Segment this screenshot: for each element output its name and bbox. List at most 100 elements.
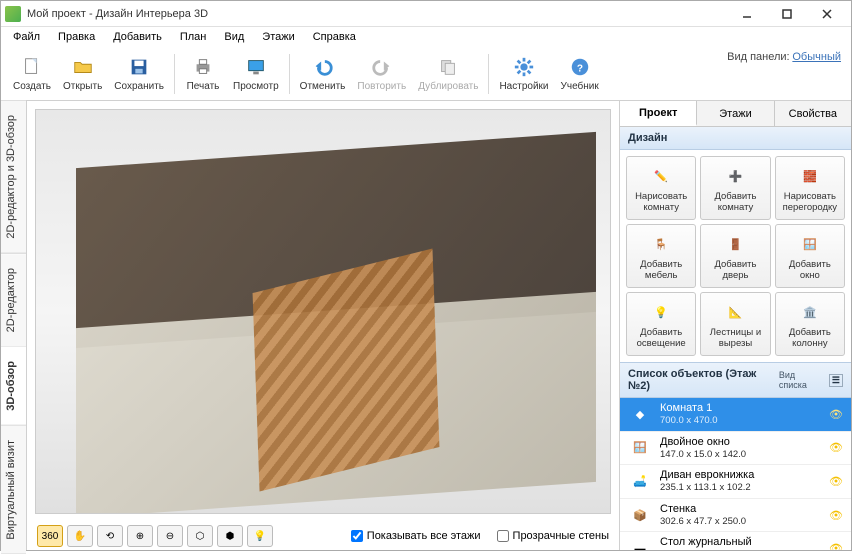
visibility-icon[interactable]: 👁 xyxy=(829,408,843,421)
tab-project[interactable]: Проект xyxy=(620,101,697,126)
wall-icon: 🧱 xyxy=(797,163,823,189)
view-toolbar: 360 ✋ ⟲ ⊕ ⊖ ⬡ ⬢ 💡 Показывать все этажи П… xyxy=(27,522,619,550)
visibility-icon[interactable]: 👁 xyxy=(829,509,843,522)
show-all-floors-checkbox[interactable] xyxy=(351,530,363,542)
add-room-button[interactable]: ➕Добавить комнату xyxy=(700,156,770,220)
new-file-icon xyxy=(20,55,44,79)
list-item[interactable]: 🪟 Двойное окно147.0 x 15.0 x 142.0 👁 xyxy=(620,432,851,466)
tab-2d[interactable]: 2D-редактор xyxy=(1,254,26,347)
add-lighting-button[interactable]: 💡Добавить освещение xyxy=(626,292,696,356)
menu-edit[interactable]: Правка xyxy=(50,29,103,45)
maximize-button[interactable] xyxy=(767,2,807,26)
list-view-mode[interactable]: Вид списка xyxy=(779,370,825,390)
minimize-button[interactable] xyxy=(727,2,767,26)
add-column-button[interactable]: 🏛️Добавить колонну xyxy=(775,292,845,356)
printer-icon xyxy=(191,55,215,79)
help-icon: ? xyxy=(568,55,592,79)
menu-plan[interactable]: План xyxy=(172,29,215,45)
bulb-icon: 💡 xyxy=(648,299,674,325)
objects-header: Список объектов (Этаж №2) Вид списка ☰ xyxy=(620,362,851,398)
plus-room-icon: ➕ xyxy=(722,163,748,189)
window-title: Мой проект - Дизайн Интерьера 3D xyxy=(27,8,727,20)
redo-button[interactable]: Повторить xyxy=(351,53,412,94)
menu-help[interactable]: Справка xyxy=(305,29,364,45)
redo-icon xyxy=(370,55,394,79)
tab-2d-3d[interactable]: 2D-редактор и 3D-обзор xyxy=(1,101,26,254)
show-all-floors-check[interactable]: Показывать все этажи xyxy=(351,530,481,542)
list-item[interactable]: ◆ Комната 1700.0 x 470.0 👁 xyxy=(620,398,851,432)
help-button[interactable]: ? Учебник xyxy=(555,53,605,94)
app-icon xyxy=(5,6,21,22)
undo-icon xyxy=(311,55,335,79)
shelf-icon: 📦 xyxy=(628,505,652,525)
settings-button[interactable]: Настройки xyxy=(493,53,554,94)
window-icon: 🪟 xyxy=(628,438,652,458)
add-window-button[interactable]: 🪟Добавить окно xyxy=(775,224,845,288)
pencil-room-icon: ✏️ xyxy=(648,163,674,189)
close-button[interactable] xyxy=(807,2,847,26)
list-item[interactable]: 🛋️ Диван еврокнижка235.1 x 113.1 x 102.2… xyxy=(620,465,851,499)
zoom-out-button[interactable]: ⊖ xyxy=(157,525,183,547)
draw-partition-button[interactable]: 🧱Нарисовать перегородку xyxy=(775,156,845,220)
column-icon: 🏛️ xyxy=(797,299,823,325)
add-furniture-button[interactable]: 🪑Добавить мебель xyxy=(626,224,696,288)
undo-button[interactable]: Отменить xyxy=(294,53,352,94)
solid-button[interactable]: ⬢ xyxy=(217,525,243,547)
separator xyxy=(488,54,489,94)
tab-properties[interactable]: Свойства xyxy=(775,101,851,126)
save-button[interactable]: Сохранить xyxy=(108,53,170,94)
stairs-icon: 📐 xyxy=(722,299,748,325)
transparent-walls-check[interactable]: Прозрачные стены xyxy=(497,530,609,542)
objects-list: ◆ Комната 1700.0 x 470.0 👁 🪟 Двойное окн… xyxy=(620,398,851,550)
lighting-button[interactable]: 💡 xyxy=(247,525,273,547)
duplicate-button[interactable]: Дублировать xyxy=(412,53,484,94)
main-toolbar: Вид панели: Обычный Создать Открыть Сохр… xyxy=(1,47,851,101)
folder-open-icon xyxy=(71,55,95,79)
transparent-walls-checkbox[interactable] xyxy=(497,530,509,542)
menu-floors[interactable]: Этажи xyxy=(254,29,302,45)
separator xyxy=(289,54,290,94)
list-item[interactable]: ▬ Стол журнальный80.4 x 80.1 x 30.3 👁 xyxy=(620,532,851,550)
print-button[interactable]: Печать xyxy=(179,53,227,94)
draw-room-button[interactable]: ✏️Нарисовать комнату xyxy=(626,156,696,220)
svg-text:?: ? xyxy=(577,64,583,75)
table-icon: ▬ xyxy=(628,539,652,550)
monitor-icon xyxy=(244,55,268,79)
design-grid: ✏️Нарисовать комнату ➕Добавить комнату 🧱… xyxy=(620,150,851,362)
pan-button[interactable]: ✋ xyxy=(67,525,93,547)
open-button[interactable]: Открыть xyxy=(57,53,108,94)
visibility-icon[interactable]: 👁 xyxy=(829,542,843,550)
create-button[interactable]: Создать xyxy=(7,53,57,94)
view-panel-link[interactable]: Обычный xyxy=(792,51,841,63)
wireframe-button[interactable]: ⬡ xyxy=(187,525,213,547)
visibility-icon[interactable]: 👁 xyxy=(829,441,843,454)
view-panel-mode: Вид панели: Обычный xyxy=(727,51,841,63)
tab-3d[interactable]: 3D-обзор xyxy=(1,347,26,426)
preview-button[interactable]: Просмотр xyxy=(227,53,285,94)
add-door-button[interactable]: 🚪Добавить дверь xyxy=(700,224,770,288)
stairs-button[interactable]: 📐Лестницы и вырезы xyxy=(700,292,770,356)
side-tabs: 2D-редактор и 3D-обзор 2D-редактор 3D-об… xyxy=(1,101,27,550)
3d-canvas[interactable] xyxy=(35,109,611,514)
titlebar: Мой проект - Дизайн Интерьера 3D xyxy=(1,1,851,27)
menu-view[interactable]: Вид xyxy=(216,29,252,45)
door-icon: 🚪 xyxy=(722,231,748,257)
visibility-icon[interactable]: 👁 xyxy=(829,475,843,488)
tab-floors[interactable]: Этажи xyxy=(697,101,774,126)
zoom-in-button[interactable]: ⊕ xyxy=(127,525,153,547)
gear-icon xyxy=(512,55,536,79)
separator xyxy=(174,54,175,94)
tab-virtual[interactable]: Виртуальный визит xyxy=(1,426,26,554)
save-icon xyxy=(127,55,151,79)
list-item[interactable]: 📦 Стенка302.6 x 47.7 x 250.0 👁 xyxy=(620,499,851,533)
list-view-icon[interactable]: ☰ xyxy=(829,374,843,387)
window-controls xyxy=(727,2,847,26)
menu-file[interactable]: Файл xyxy=(5,29,48,45)
right-tabs: Проект Этажи Свойства xyxy=(620,101,851,127)
menu-add[interactable]: Добавить xyxy=(105,29,170,45)
orbit-button[interactable]: 360 xyxy=(37,525,63,547)
sofa-icon: 🛋️ xyxy=(628,471,652,491)
menubar: Файл Правка Добавить План Вид Этажи Спра… xyxy=(1,27,851,47)
rotate-button[interactable]: ⟲ xyxy=(97,525,123,547)
main-area: 2D-редактор и 3D-обзор 2D-редактор 3D-об… xyxy=(1,101,851,550)
